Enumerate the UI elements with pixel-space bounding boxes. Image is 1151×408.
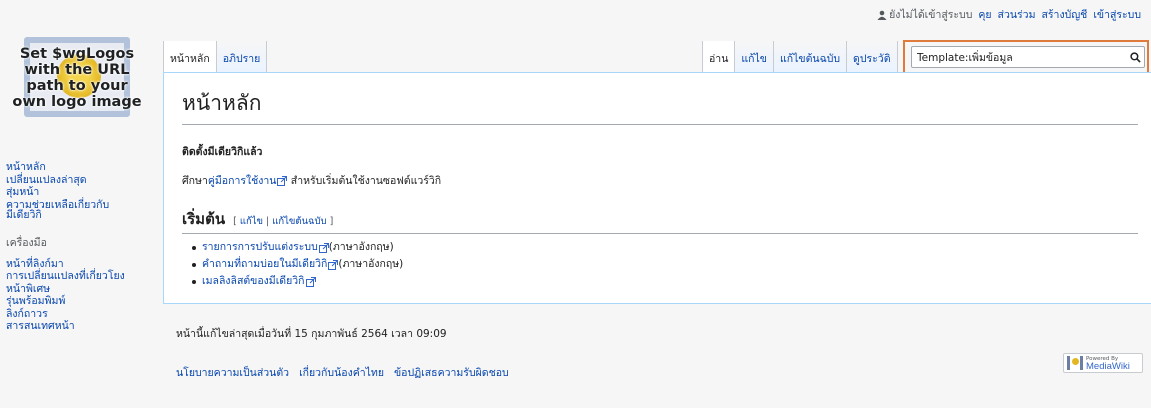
sidebar-item-what-links-here[interactable]: หน้าที่ลิงก์มา <box>6 258 166 271</box>
search-input[interactable] <box>912 48 1126 66</box>
list-item: รายการการปรับแต่งระบบ (ภาษาอังกฤษ) <box>192 239 1139 256</box>
mailing-list-link[interactable]: เมลลิงลิสต์ของมีเดียวิกิ <box>202 273 305 290</box>
powered-by-mediawiki-badge[interactable]: Powered By MediaWiki <box>1063 353 1143 373</box>
powered-by-big: MediaWiki <box>1086 361 1130 372</box>
consult-prefix: ศึกษา <box>182 175 208 187</box>
external-link-icon <box>305 276 316 287</box>
view-tabs: อ่าน แก้ไข แก้ไขต้นฉบับ ดูประวัติ <box>702 41 898 73</box>
tab-discussion-label: อภิปราย <box>222 53 261 65</box>
search-icon[interactable] <box>1126 48 1144 66</box>
getting-started-heading: เริ่มต้น [ แก้ไข | แก้ไขต้นฉบับ ] <box>182 207 1138 234</box>
powered-by-text: Powered By MediaWiki <box>1086 355 1130 371</box>
sidebar-item-permanent-link[interactable]: ลิงก์ถาวร <box>6 308 166 321</box>
site-logo[interactable]: Set $wgLogos with the URL path to your o… <box>12 34 142 122</box>
sidebar-item-random-page[interactable]: สุ่มหน้า <box>6 186 166 199</box>
section-edit-links: [ แก้ไข | แก้ไขต้นฉบับ ] <box>233 214 333 229</box>
personal-tools: ยังไม่ได้เข้าสู่ระบบ คุย ส่วนร่วม สร้างบ… <box>877 6 1141 23</box>
search-form <box>911 46 1145 68</box>
tab-edit[interactable]: แก้ไข <box>734 41 773 73</box>
list-item: เมลลิงลิสต์ของมีเดียวิกิ <box>192 273 1139 290</box>
sidebar-item-help[interactable]: ความช่วยเหลือเกี่ยวกับมีเดียวิกิ <box>6 199 116 220</box>
tab-edit-label: แก้ไข <box>741 53 767 65</box>
tab-edit-source[interactable]: แก้ไขต้นฉบับ <box>772 41 847 73</box>
tab-main-page-label: หน้าหลัก <box>170 53 210 65</box>
tab-discussion[interactable]: อภิปราย <box>215 41 268 73</box>
not-logged-in-text: ยังไม่ได้เข้าสู่ระบบ <box>889 9 973 21</box>
getting-started-title: เริ่มต้น <box>182 210 226 228</box>
tab-main-page[interactable]: หน้าหลัก <box>163 41 216 73</box>
privacy-link[interactable]: นโยบายความเป็นส่วนตัว <box>176 364 289 381</box>
namespace-tabs: หน้าหลัก อภิปราย <box>163 41 268 73</box>
contributions-link[interactable]: ส่วนร่วม <box>998 6 1036 23</box>
link-suffix: (ภาษาอังกฤษ) <box>328 241 394 253</box>
navigation-portal: หน้าหลัก เปลี่ยนแปลงล่าสุด สุ่มหน้า ความ… <box>6 161 166 220</box>
tab-read-label: อ่าน <box>709 53 729 65</box>
external-link-icon <box>277 176 288 186</box>
tab-read[interactable]: อ่าน <box>702 41 735 73</box>
sidebar-item-page-info[interactable]: สารสนเทศหน้า <box>6 320 166 333</box>
getting-started-list: รายการการปรับแต่งระบบ (ภาษาอังกฤษ) คำถาม… <box>192 239 1139 290</box>
section-edit-link[interactable]: แก้ไข <box>240 216 263 227</box>
main-content: หน้าหลัก ติดตั้งมีเดียวิกิแล้ว ศึกษาคู่ม… <box>163 72 1151 304</box>
talk-link[interactable]: คุย <box>978 6 991 23</box>
sidebar: หน้าหลัก เปลี่ยนแปลงล่าสุด สุ่มหน้า ความ… <box>6 161 166 334</box>
list-item: คำถามที่ถามบ่อยในมีเดียวิกิ (ภาษาอังกฤษ) <box>192 256 1139 273</box>
mediawiki-logo-icon <box>1067 356 1083 370</box>
section-edit-source-link[interactable]: แก้ไขต้นฉบับ <box>272 216 326 227</box>
login-link[interactable]: เข้าสู่ระบบ <box>1093 6 1141 23</box>
link-suffix: (ภาษาอังกฤษ) <box>338 258 404 270</box>
page-title: หน้าหลัก <box>182 87 1138 125</box>
user-icon <box>877 10 887 20</box>
disclaimer-link[interactable]: ข้อปฏิเสธความรับผิดชอบ <box>394 364 509 381</box>
edit-bracket-open: [ <box>233 216 237 227</box>
about-link[interactable]: เกี่ยวกับน้องคำไทย <box>299 364 384 381</box>
footer: หน้านี้แก้ไขล่าสุดเมื่อวันที่ 15 กุมภาพั… <box>176 325 509 381</box>
faq-link[interactable]: คำถามที่ถามบ่อยในมีเดียวิกิ <box>202 256 327 273</box>
tab-history[interactable]: ดูประวัติ <box>846 41 898 73</box>
consult-paragraph: ศึกษาคู่มือการใช้งาน สำหรับเริ่มต้นใช้งา… <box>182 172 1139 189</box>
last-modified: หน้านี้แก้ไขล่าสุดเมื่อวันที่ 15 กุมภาพั… <box>176 328 447 340</box>
sidebar-item-printable[interactable]: รุ่นพร้อมพิมพ์ <box>6 295 166 308</box>
installed-message: ติดตั้งมีเดียวิกิแล้ว <box>182 146 263 158</box>
external-link-icon <box>318 242 329 253</box>
edit-bracket-close: ] <box>329 216 334 227</box>
user-guide-link[interactable]: คู่มือการใช้งาน <box>208 175 277 187</box>
tools-portal: หน้าที่ลิงก์มา การเปลี่ยนแปลงที่เกี่ยวโย… <box>6 258 166 333</box>
sidebar-item-main-page[interactable]: หน้าหลัก <box>6 161 166 174</box>
sidebar-item-related-changes[interactable]: การเปลี่ยนแปลงที่เกี่ยวโยง <box>6 270 166 283</box>
logo-placeholder-text: Set $wgLogos with the URL path to your o… <box>12 46 142 110</box>
tools-heading: เครื่องมือ <box>6 236 47 249</box>
tab-history-label: ดูประวัติ <box>853 53 891 65</box>
tab-edit-source-label: แก้ไขต้นฉบับ <box>779 53 841 65</box>
anon-user-status: ยังไม่ได้เข้าสู่ระบบ <box>877 6 972 23</box>
external-link-icon <box>328 259 339 270</box>
sidebar-item-recent-changes[interactable]: เปลี่ยนแปลงล่าสุด <box>6 174 166 187</box>
footer-places: นโยบายความเป็นส่วนตัว เกี่ยวกับน้องคำไทย… <box>176 364 509 381</box>
edit-separator: | <box>266 216 270 227</box>
consult-suffix: สำหรับเริ่มต้นใช้งานซอฟต์แวร์วิกิ <box>287 175 442 187</box>
config-settings-link[interactable]: รายการการปรับแต่งระบบ <box>202 239 318 256</box>
create-account-link[interactable]: สร้างบัญชี <box>1042 6 1088 23</box>
sidebar-item-special-pages[interactable]: หน้าพิเศษ <box>6 283 166 296</box>
